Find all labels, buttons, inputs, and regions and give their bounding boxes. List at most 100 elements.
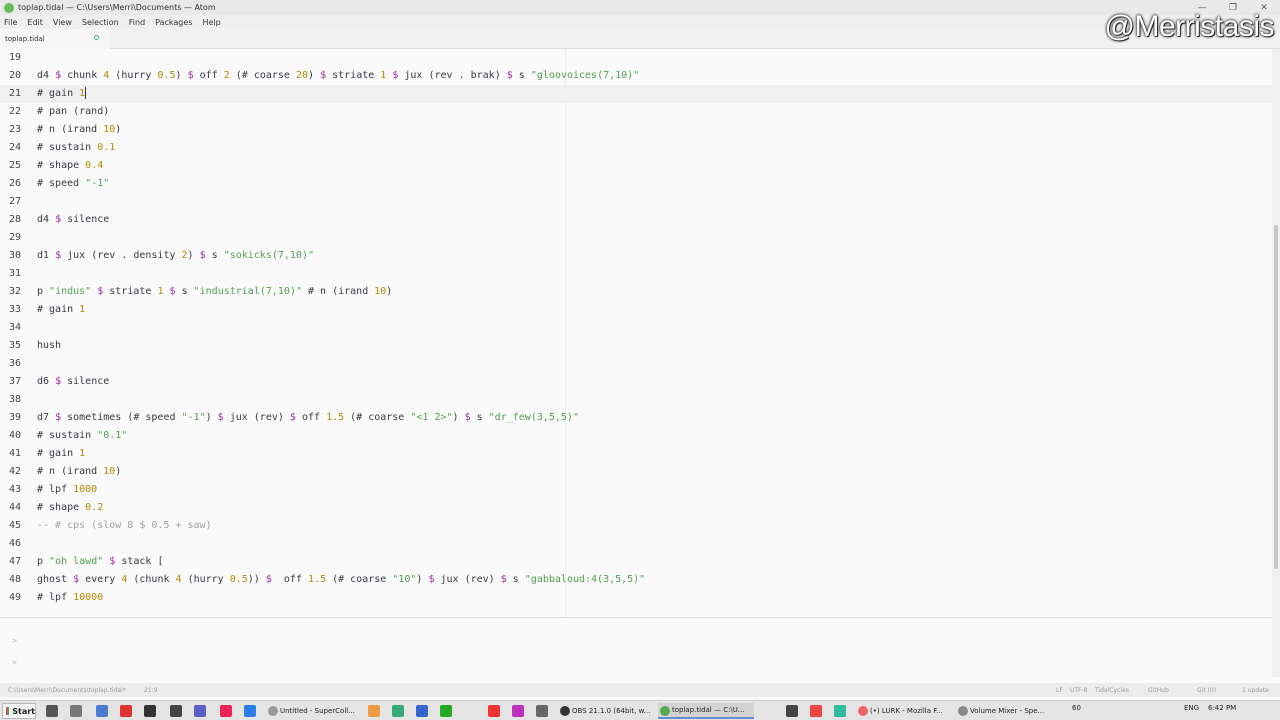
status-line-ending[interactable]: LF [1056, 687, 1063, 694]
status-update[interactable]: 1 update [1242, 687, 1269, 694]
chrome-icon[interactable] [488, 705, 500, 717]
taskbar-item-atom[interactable]: toplap.tidal — C:\U... [658, 703, 754, 719]
editor-line[interactable]: 39 d7 $ sometimes (# speed "-1") $ jux (r… [0, 409, 1272, 427]
code-text[interactable]: ghost $ every 4 (chunk 4 (hurry 0.5)) $ … [37, 571, 645, 589]
code-text[interactable]: # sustain 0.1 [37, 139, 115, 157]
line-number[interactable]: 49 [0, 589, 21, 607]
vscode-icon[interactable] [416, 705, 428, 717]
editor-line[interactable]: 37 d6 $ silence [0, 373, 1272, 391]
code-text[interactable]: # shape 0.2 [37, 499, 103, 517]
line-number[interactable]: 20 [0, 67, 21, 85]
code-text[interactable]: hush [37, 337, 61, 355]
code-text[interactable]: d4 $ chunk 4 (hurry 0.5) $ off 2 (# coar… [37, 67, 639, 85]
editor-line[interactable]: 23 # n (irand 10) [0, 121, 1272, 139]
editor-line[interactable]: 45 -- # cps (slow 8 $ 0.5 + saw) [0, 517, 1272, 535]
menu-file[interactable]: File [4, 18, 17, 27]
code-text[interactable]: # lpf 10000 [37, 589, 103, 607]
line-number[interactable]: 36 [0, 355, 21, 373]
editor-line[interactable]: 47 p "oh lawd" $ stack [ [0, 553, 1272, 571]
status-file-path[interactable]: C:\Users\Merri\Documents\toplap.tidal* [8, 687, 126, 694]
line-number[interactable]: 29 [0, 229, 21, 247]
app-purple-icon[interactable] [194, 705, 206, 717]
line-number[interactable]: 23 [0, 121, 21, 139]
menu-view[interactable]: View [53, 18, 72, 27]
status-grammar[interactable]: TidalCycles [1095, 687, 1129, 694]
status-encoding[interactable]: UTF-8 [1070, 687, 1088, 694]
taskbar-item-volume-mixer[interactable]: Volume Mixer - Spe... [956, 703, 1052, 719]
line-number[interactable]: 32 [0, 283, 21, 301]
app-blue-icon[interactable] [244, 705, 256, 717]
app-gray-icon[interactable] [170, 705, 182, 717]
editor-line[interactable]: 48 ghost $ every 4 (chunk 4 (hurry 0.5)) … [0, 571, 1272, 589]
modified-indicator-icon[interactable] [94, 35, 99, 40]
input-language[interactable]: ENG [1184, 704, 1199, 712]
editor-scrollbar[interactable] [1272, 49, 1280, 677]
line-number[interactable]: 26 [0, 175, 21, 193]
line-number[interactable]: 19 [0, 49, 21, 67]
editor-line[interactable]: 25 # shape 0.4 [0, 157, 1272, 175]
code-text[interactable]: d4 $ silence [37, 211, 109, 229]
code-text[interactable]: d6 $ silence [37, 373, 109, 391]
editor-line[interactable]: 36 [0, 355, 1272, 373]
taskbar-item-supercollider[interactable]: Untitled - SuperColl... [266, 703, 360, 719]
app-pink-icon[interactable] [220, 705, 232, 717]
code-text[interactable]: # n (irand 10) [37, 463, 121, 481]
line-number[interactable]: 24 [0, 139, 21, 157]
line-number[interactable]: 42 [0, 463, 21, 481]
code-text[interactable]: # gain 1 [37, 85, 87, 103]
line-number[interactable]: 33 [0, 301, 21, 319]
code-text[interactable]: # n (irand 10) [37, 121, 121, 139]
editor-line[interactable]: 40 # sustain "0.1" [0, 427, 1272, 445]
tidal-console[interactable]: > > [0, 617, 1272, 677]
taskbar-item-obs[interactable]: OBS 21.1.0 (64bit, w... [558, 703, 654, 719]
line-number[interactable]: 47 [0, 553, 21, 571]
volume-level[interactable]: 60 [1072, 704, 1081, 712]
scrollbar-thumb[interactable] [1274, 225, 1278, 569]
code-text[interactable]: # shape 0.4 [37, 157, 103, 175]
line-number[interactable]: 37 [0, 373, 21, 391]
editor-line[interactable]: 41 # gain 1 [0, 445, 1272, 463]
line-number[interactable]: 40 [0, 427, 21, 445]
line-number[interactable]: 34 [0, 319, 21, 337]
menu-selection[interactable]: Selection [82, 18, 119, 27]
status-cursor-position[interactable]: 21:9 [144, 687, 157, 694]
code-text[interactable]: p "oh lawd" $ stack [ [37, 553, 163, 571]
search-icon[interactable] [46, 705, 58, 717]
editor-line[interactable]: 28 d4 $ silence [0, 211, 1272, 229]
line-number[interactable]: 44 [0, 499, 21, 517]
editor-line[interactable]: 29 [0, 229, 1272, 247]
app-red2-icon[interactable] [810, 705, 822, 717]
line-number[interactable]: 30 [0, 247, 21, 265]
editor-line[interactable]: 24 # sustain 0.1 [0, 139, 1272, 157]
line-number[interactable]: 27 [0, 193, 21, 211]
code-text[interactable]: # pan (rand) [37, 103, 109, 121]
editor-line[interactable]: 32 p "indus" $ striate 1 $ s "industrial(… [0, 283, 1272, 301]
editor-line[interactable]: 49 # lpf 10000 [0, 589, 1272, 607]
code-editor[interactable]: 19 20 d4 $ chunk 4 (hurry 0.5) $ off 2 (# … [0, 49, 1272, 617]
code-text[interactable]: -- # cps (slow 8 $ 0.5 + saw) [37, 517, 212, 535]
line-number[interactable]: 31 [0, 265, 21, 283]
line-number[interactable]: 28 [0, 211, 21, 229]
editor-line[interactable]: 26 # speed "-1" [0, 175, 1272, 193]
editor-line[interactable]: 33 # gain 1 [0, 301, 1272, 319]
editor-line[interactable]: 22 # pan (rand) [0, 103, 1272, 121]
app-flag-icon[interactable] [786, 705, 798, 717]
line-number[interactable]: 43 [0, 481, 21, 499]
code-text[interactable]: # speed "-1" [37, 175, 109, 193]
app-teal-icon[interactable] [834, 705, 846, 717]
tab-toplap[interactable]: toplap.tidal [0, 29, 110, 49]
menu-find[interactable]: Find [129, 18, 145, 27]
editor-line[interactable]: 27 [0, 193, 1272, 211]
app-green-icon[interactable] [392, 705, 404, 717]
editor-line[interactable]: 30 d1 $ jux (rev . density 2) $ s "sokick… [0, 247, 1272, 265]
editor-line[interactable]: 19 [0, 49, 1272, 67]
code-text[interactable]: p "indus" $ striate 1 $ s "industrial(7,… [37, 283, 392, 301]
editor-line[interactable]: 20 d4 $ chunk 4 (hurry 0.5) $ off 2 (# co… [0, 67, 1272, 85]
line-number[interactable]: 45 [0, 517, 21, 535]
code-text[interactable]: # gain 1 [37, 445, 85, 463]
menu-edit[interactable]: Edit [27, 18, 43, 27]
app-s-icon[interactable] [440, 705, 452, 717]
line-number[interactable]: 41 [0, 445, 21, 463]
editor-line[interactable]: 42 # n (irand 10) [0, 463, 1272, 481]
line-number[interactable]: 35 [0, 337, 21, 355]
